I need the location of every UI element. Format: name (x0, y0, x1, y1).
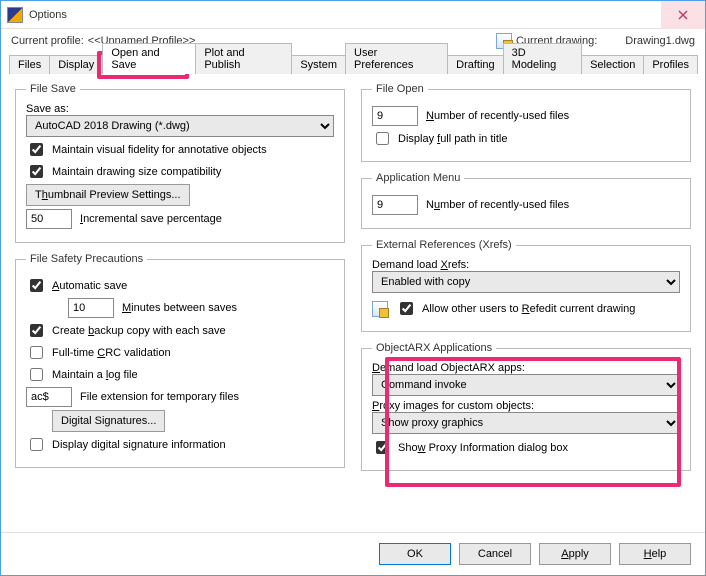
tab-strip: Files Display Open and Save Plot and Pub… (1, 51, 705, 73)
profile-label: Current profile: (11, 35, 84, 47)
maintain-size-compat-checkbox[interactable]: Maintain drawing size compatibility (26, 162, 334, 181)
external-references-legend: External References (Xrefs) (372, 239, 516, 251)
file-save-group: File Save Save as: AutoCAD 2018 Drawing … (15, 83, 345, 243)
recent-files-menu-input[interactable] (372, 195, 418, 215)
incremental-save-label: Incremental save percentage (80, 213, 222, 225)
left-column: File Save Save as: AutoCAD 2018 Drawing … (15, 83, 345, 471)
ok-button[interactable]: OK (379, 543, 451, 565)
maintain-log-file-checkbox[interactable]: Maintain a log file (26, 365, 334, 384)
save-as-select[interactable]: AutoCAD 2018 Drawing (*.dwg) (26, 115, 334, 137)
application-menu-legend: Application Menu (372, 172, 464, 184)
digital-signatures-button[interactable]: Digital Signatures... (52, 410, 165, 432)
app-icon (7, 7, 23, 23)
drawing-small-icon (372, 301, 388, 317)
tab-3d-modeling[interactable]: 3D Modeling (503, 43, 582, 74)
demand-load-arx-select[interactable]: Command invoke (372, 374, 680, 396)
thumbnail-preview-button[interactable]: Thumbnail Preview Settings... (26, 184, 190, 206)
tab-plot-and-publish[interactable]: Plot and Publish (195, 43, 292, 74)
recent-files-open-label: Number of recently-used files (426, 110, 569, 122)
temp-file-ext-input[interactable] (26, 387, 72, 407)
demand-load-xrefs-label: Demand load Xrefs: (372, 259, 680, 271)
window-title: Options (29, 9, 661, 21)
display-digital-signature-checkbox[interactable]: Display digital signature information (26, 435, 334, 454)
crc-validation-checkbox[interactable]: Full-time CRC validation (26, 343, 334, 362)
display-full-path-checkbox[interactable]: Display full path in title (372, 129, 680, 148)
recent-files-open-input[interactable] (372, 106, 418, 126)
proxy-images-select[interactable]: Show proxy graphics (372, 412, 680, 434)
objectarx-group: ObjectARX Applications Demand load Objec… (361, 342, 691, 471)
external-references-group: External References (Xrefs) Demand load … (361, 239, 691, 332)
allow-refedit-checkbox[interactable]: Allow other users to Refedit current dra… (396, 299, 635, 318)
minutes-between-saves-label: Minutes between saves (122, 302, 237, 314)
tab-selection[interactable]: Selection (581, 55, 644, 74)
help-button[interactable]: Help (619, 543, 691, 565)
file-open-group: File Open Number of recently-used files … (361, 83, 691, 162)
save-as-label: Save as: (26, 103, 334, 115)
file-open-legend: File Open (372, 83, 428, 95)
automatic-save-checkbox[interactable]: Automatic save (26, 276, 334, 295)
maintain-visual-fidelity-checkbox[interactable]: Maintain visual fidelity for annotative … (26, 140, 334, 159)
incremental-save-input[interactable] (26, 209, 72, 229)
file-safety-group: File Safety Precautions Automatic save M… (15, 253, 345, 468)
file-safety-legend: File Safety Precautions (26, 253, 147, 265)
file-save-legend: File Save (26, 83, 80, 95)
apply-button[interactable]: Apply (539, 543, 611, 565)
objectarx-legend: ObjectARX Applications (372, 342, 496, 354)
tab-files[interactable]: Files (9, 55, 50, 74)
tab-display[interactable]: Display (49, 55, 103, 74)
recent-files-menu-label: Number of recently-used files (426, 199, 569, 211)
minutes-between-saves-input[interactable] (68, 298, 114, 318)
temp-file-ext-label: File extension for temporary files (80, 391, 239, 403)
demand-load-arx-label: Demand load ObjectARX apps: (372, 362, 680, 374)
application-menu-group: Application Menu Number of recently-used… (361, 172, 691, 229)
tab-open-and-save[interactable]: Open and Save (102, 43, 196, 74)
tab-user-preferences[interactable]: User Preferences (345, 43, 448, 74)
tab-drafting[interactable]: Drafting (447, 55, 504, 74)
close-icon (678, 10, 688, 20)
cancel-button[interactable]: Cancel (459, 543, 531, 565)
demand-load-xrefs-select[interactable]: Enabled with copy (372, 271, 680, 293)
tab-system[interactable]: System (291, 55, 346, 74)
content-area: File Save Save as: AutoCAD 2018 Drawing … (1, 73, 705, 481)
show-proxy-info-checkbox[interactable]: Show Proxy Information dialog box (372, 438, 680, 457)
proxy-images-label: Proxy images for custom objects: (372, 400, 680, 412)
dialog-footer: OK Cancel Apply Help (1, 532, 705, 575)
close-button[interactable] (661, 1, 705, 29)
drawing-value: Drawing1.dwg (625, 35, 695, 47)
create-backup-checkbox[interactable]: Create backup copy with each save (26, 321, 334, 340)
titlebar: Options (1, 1, 705, 29)
tab-profiles[interactable]: Profiles (643, 55, 698, 74)
right-column: File Open Number of recently-used files … (361, 83, 691, 471)
